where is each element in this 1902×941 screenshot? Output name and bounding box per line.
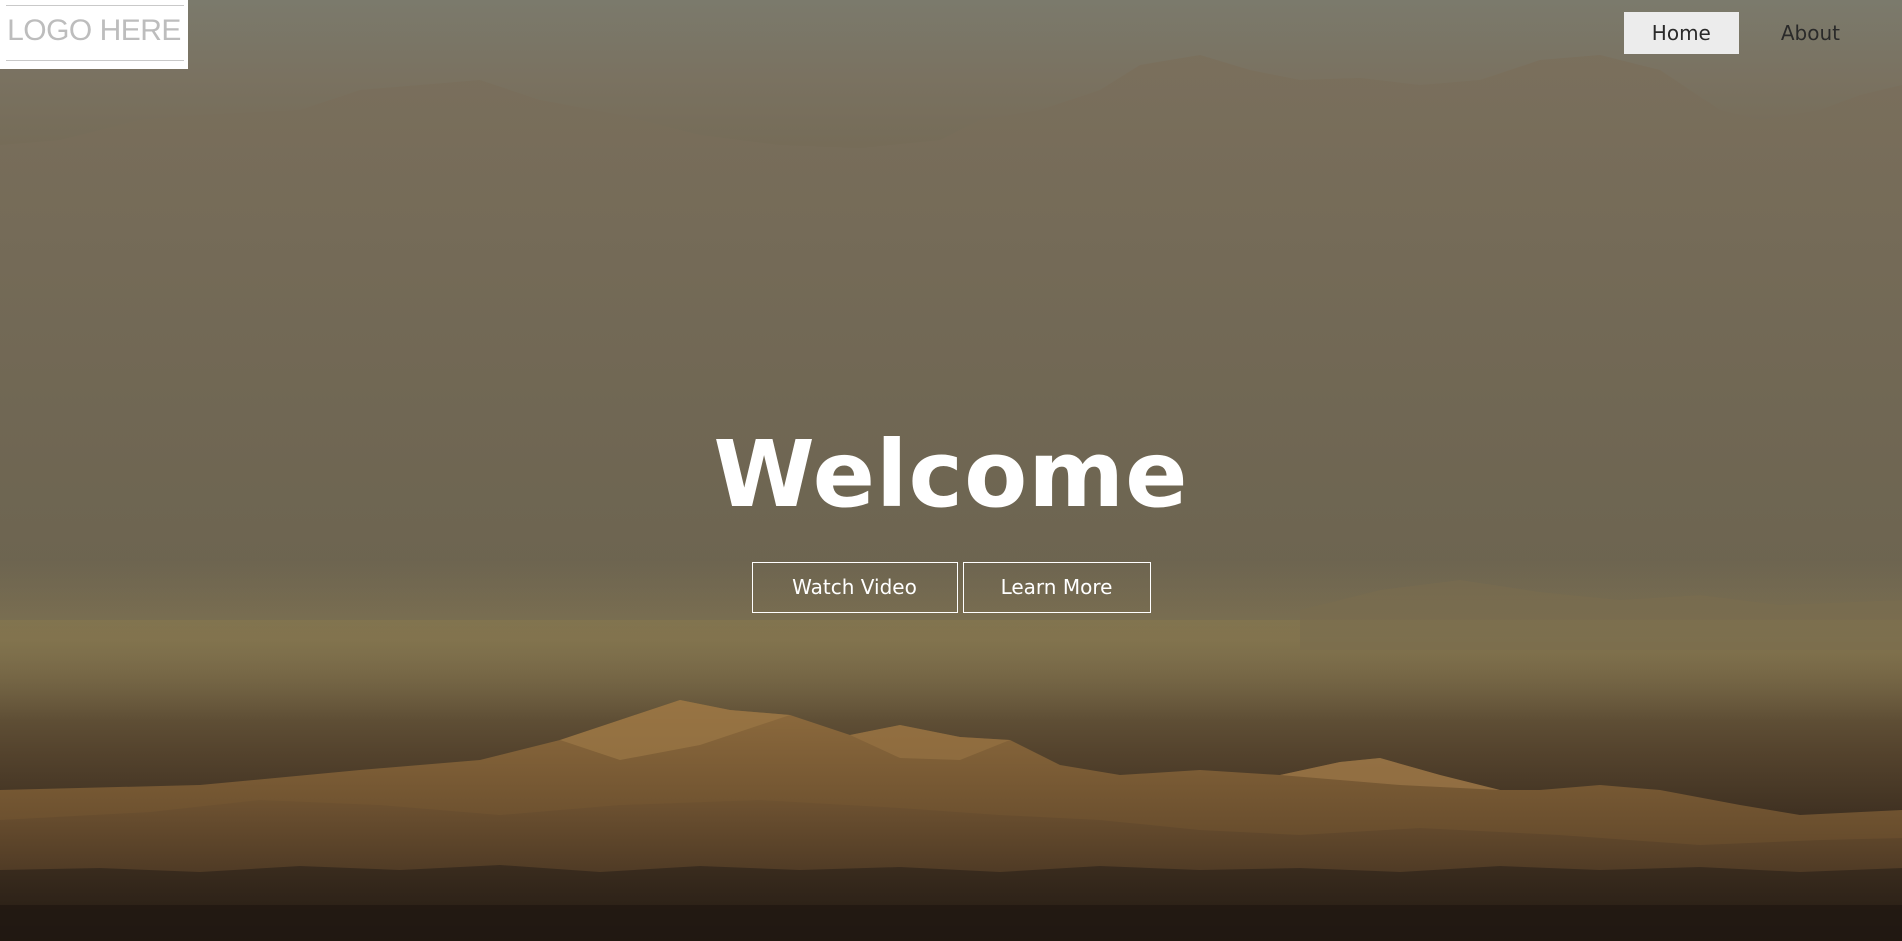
hero-button-row: Watch Video Learn More bbox=[0, 562, 1902, 613]
nav-item-home[interactable]: Home bbox=[1623, 12, 1739, 54]
logo-bottom-rule bbox=[6, 60, 184, 61]
logo-top-rule bbox=[6, 5, 184, 6]
main-nav: Home About bbox=[1623, 12, 1868, 54]
hero-heading: Welcome bbox=[713, 421, 1189, 528]
watch-video-button[interactable]: Watch Video bbox=[751, 562, 958, 613]
hero-section: LOGO HERE Home About Welcome Watch Video… bbox=[0, 0, 1902, 941]
logo[interactable]: LOGO HERE bbox=[0, 0, 188, 69]
logo-text: LOGO HERE bbox=[7, 14, 181, 47]
learn-more-button[interactable]: Learn More bbox=[962, 562, 1151, 613]
hero-content: Welcome Watch Video Learn More bbox=[0, 420, 1902, 613]
nav-item-about[interactable]: About bbox=[1753, 12, 1868, 54]
